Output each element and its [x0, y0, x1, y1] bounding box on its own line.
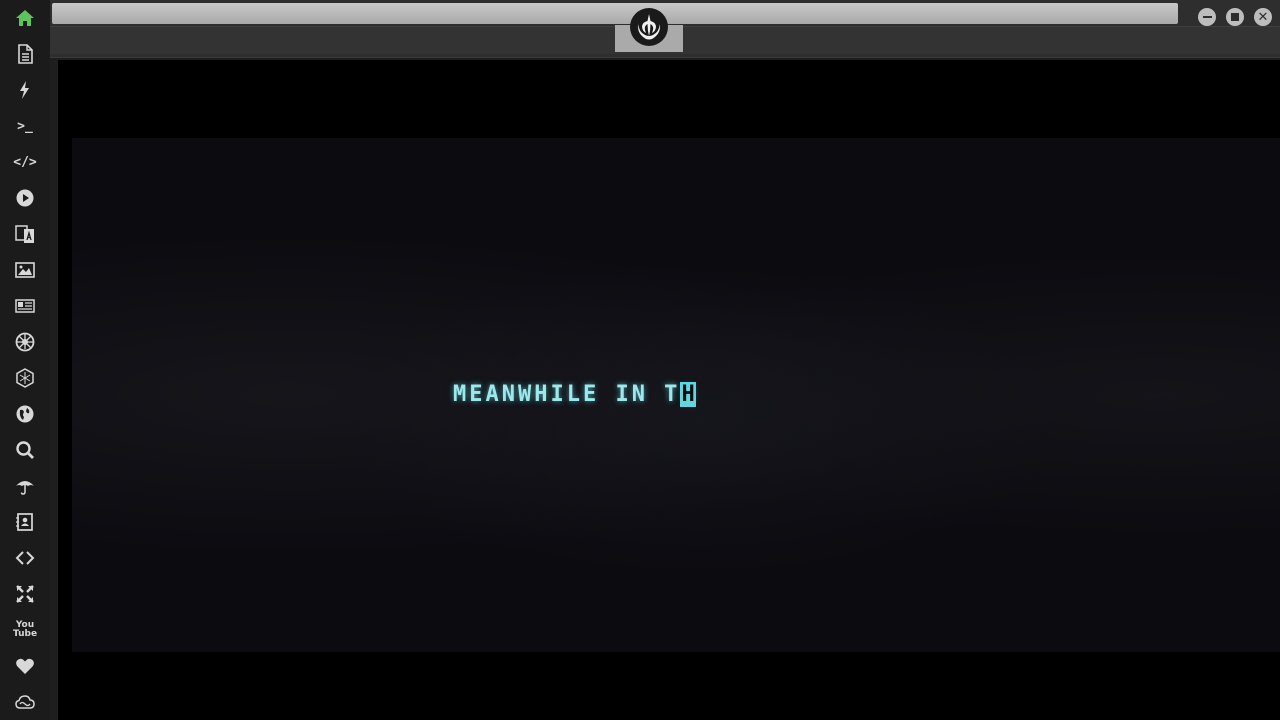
hexagon-icon	[16, 368, 34, 388]
sidebar: >_ </> You Tube	[0, 0, 50, 720]
sidebar-item-code[interactable]: </>	[0, 144, 50, 180]
sidebar-item-embed[interactable]	[0, 540, 50, 576]
sidebar-item-favorites[interactable]	[0, 648, 50, 684]
galactic-empire-icon	[15, 332, 35, 352]
sidebar-item-translate[interactable]	[0, 216, 50, 252]
minimize-button[interactable]	[1198, 8, 1216, 26]
rebel-alliance-icon	[630, 8, 668, 46]
search-icon	[16, 441, 34, 459]
main-content: MEANWHILE IN TH	[58, 60, 1280, 720]
cloud-icon	[15, 695, 35, 709]
maximize-icon	[1231, 13, 1239, 21]
contact-book-icon	[16, 513, 33, 531]
address-bar[interactable]	[52, 3, 1178, 24]
sidebar-item-cloud[interactable]	[0, 684, 50, 720]
sidebar-item-search[interactable]	[0, 432, 50, 468]
sidebar-item-hexagon[interactable]	[0, 360, 50, 396]
crawl-screen: MEANWHILE IN TH	[72, 138, 1280, 652]
home-icon	[16, 10, 34, 26]
newspaper-icon	[15, 299, 35, 313]
crawl-text: MEANWHILE IN TH	[453, 382, 696, 407]
sidebar-item-youtube[interactable]: You Tube	[0, 612, 50, 648]
sidebar-item-umbrella[interactable]	[0, 468, 50, 504]
sidebar-item-contacts[interactable]	[0, 504, 50, 540]
sidebar-item-image[interactable]	[0, 252, 50, 288]
umbrella-icon	[16, 481, 34, 495]
top-bar: ✕	[50, 0, 1280, 58]
sidebar-item-terminal[interactable]: >_	[0, 108, 50, 144]
sidebar-item-empire[interactable]	[0, 324, 50, 360]
typing-cursor: H	[680, 382, 696, 407]
close-icon: ✕	[1257, 9, 1269, 25]
embed-icon	[15, 551, 35, 565]
translate-icon	[15, 225, 34, 243]
close-button[interactable]: ✕	[1254, 8, 1272, 26]
minimize-icon	[1202, 16, 1212, 18]
play-icon	[16, 189, 34, 207]
sidebar-item-news[interactable]	[0, 288, 50, 324]
sidebar-item-fullscreen[interactable]	[0, 576, 50, 612]
code-icon: </>	[13, 154, 37, 170]
sidebar-item-play[interactable]	[0, 180, 50, 216]
globe-icon	[16, 405, 34, 423]
sidebar-item-bolt[interactable]	[0, 72, 50, 108]
image-icon	[15, 262, 35, 278]
sidebar-item-document[interactable]	[0, 36, 50, 72]
sidebar-item-globe[interactable]	[0, 396, 50, 432]
bolt-icon	[20, 81, 29, 99]
sidebar-item-home[interactable]	[0, 0, 50, 36]
document-icon	[18, 44, 33, 64]
expand-icon	[16, 585, 34, 603]
crawl-text-value: MEANWHILE IN T	[453, 382, 681, 407]
youtube-icon: You Tube	[12, 620, 38, 639]
terminal-icon: >_	[17, 118, 33, 134]
heart-icon	[16, 658, 34, 674]
maximize-button[interactable]	[1226, 8, 1244, 26]
